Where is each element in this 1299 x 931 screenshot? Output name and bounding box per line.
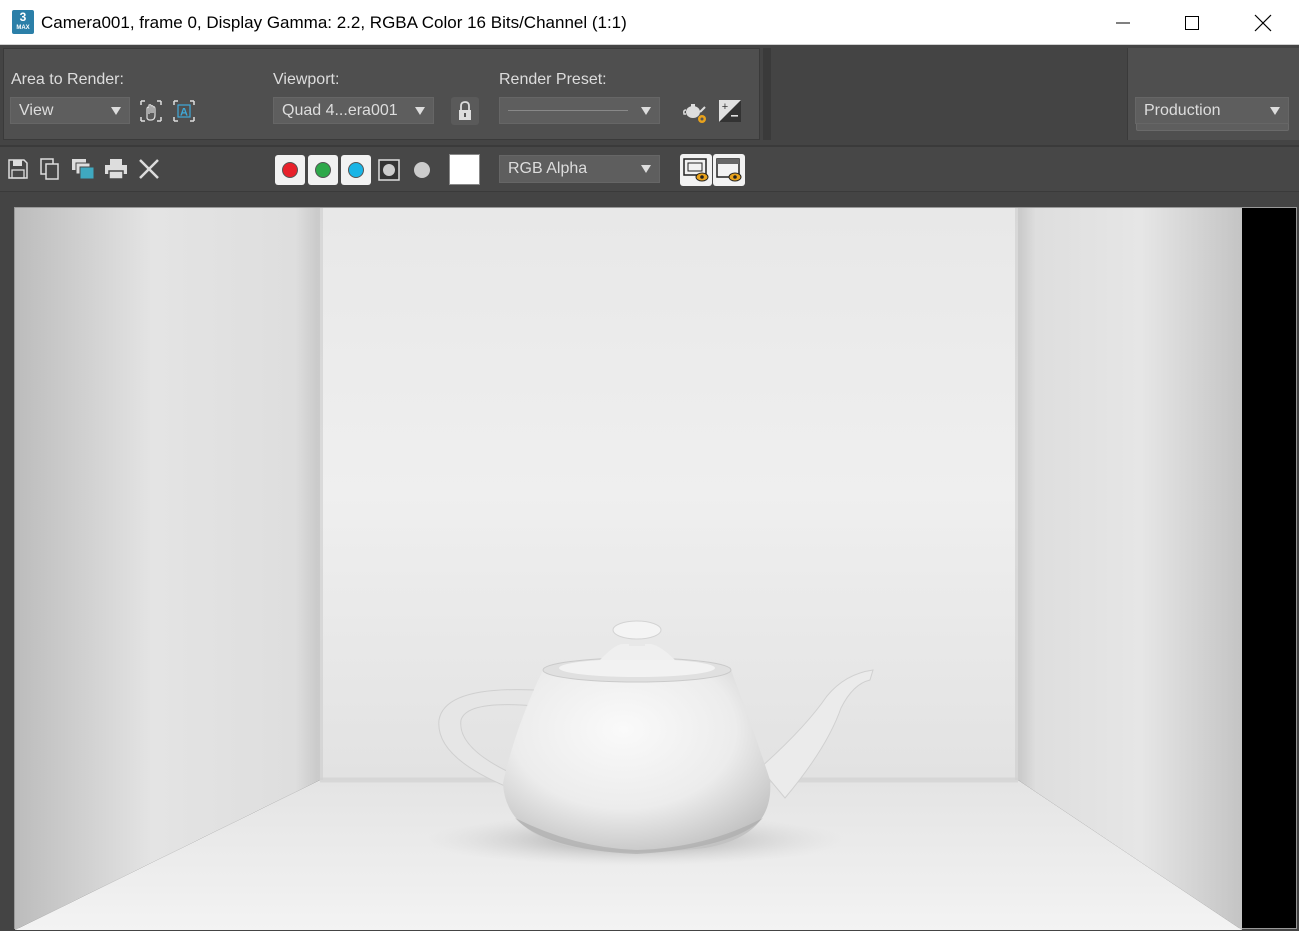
auto-region-button[interactable]: A [170, 97, 198, 125]
ui-toggle-eye-icon [716, 158, 742, 182]
copy-icon [40, 158, 59, 180]
render-settings-panel: Area to Render: View A Viewport: Quad 4.… [0, 45, 1299, 145]
area-to-render-dropdown[interactable]: View [10, 97, 130, 124]
chevron-down-icon [641, 165, 651, 173]
production-value: Production [1144, 102, 1221, 119]
auto-region-icon: A [173, 100, 195, 122]
toggle-ui-button[interactable] [713, 154, 745, 186]
green-channel-toggle[interactable] [308, 155, 338, 185]
window-title: Camera001, frame 0, Display Gamma: 2.2, … [41, 13, 627, 32]
area-to-render-value: View [19, 102, 54, 119]
chevron-down-icon [1270, 107, 1280, 115]
green-channel-icon [315, 162, 331, 178]
render-preset-label: Render Preset: [499, 71, 607, 88]
color-swatch[interactable] [449, 154, 480, 185]
3dsmax-app-icon: 3 MAX [12, 10, 34, 34]
minimize-icon [1116, 22, 1130, 23]
production-dropdown[interactable]: Production [1135, 97, 1289, 124]
red-channel-toggle[interactable] [275, 155, 305, 185]
teapot-gear-icon [683, 104, 706, 123]
minimize-button[interactable] [1100, 0, 1146, 45]
rendered-image [15, 208, 1242, 930]
maximize-icon [1185, 15, 1199, 30]
viewport-label: Viewport: [273, 71, 340, 88]
app-icon-number: 3 [19, 10, 27, 24]
clone-window-icon [72, 159, 95, 180]
channel-display-value: RGB Alpha [508, 160, 588, 177]
print-image-button[interactable] [102, 155, 130, 183]
lock-viewport-button[interactable] [451, 97, 479, 125]
title-bar: 3 MAX Camera001, frame 0, Display Gamma:… [0, 0, 1299, 45]
ui-overlay-eye-icon [683, 158, 709, 182]
chevron-down-icon [415, 107, 425, 115]
printer-icon [105, 159, 127, 180]
copy-image-button[interactable] [36, 155, 64, 183]
rendered-image-frame[interactable] [14, 207, 1297, 930]
viewport-value: Quad 4...era001 [282, 102, 398, 119]
render-options-group [3, 48, 760, 140]
red-channel-icon [282, 162, 298, 178]
clone-window-button[interactable] [69, 155, 97, 183]
alpha-channel-icon [378, 159, 400, 181]
alpha-channel-toggle[interactable] [374, 155, 404, 185]
chevron-down-icon [111, 107, 121, 115]
save-image-button[interactable] [4, 155, 32, 183]
clear-x-icon [139, 159, 159, 179]
toggle-ui-overlays-button[interactable] [680, 154, 712, 186]
hand-region-icon [140, 100, 162, 122]
svg-text:A: A [180, 107, 188, 119]
render-canvas-area [0, 191, 1299, 931]
blue-channel-icon [348, 162, 364, 178]
channel-display-dropdown[interactable]: RGB Alpha [499, 155, 660, 183]
app-icon-sub: MAX [16, 25, 30, 31]
panel-separator [763, 48, 771, 140]
render-setup-button[interactable] [681, 97, 709, 125]
render-preset-dropdown[interactable] [499, 97, 660, 124]
exposure-icon: + [719, 100, 741, 122]
viewport-dropdown[interactable]: Quad 4...era001 [273, 97, 434, 124]
close-icon [1254, 14, 1272, 31]
area-to-render-label: Area to Render: [11, 71, 124, 88]
monochrome-icon [414, 162, 430, 178]
render-preset-line [508, 110, 628, 111]
chevron-down-icon [641, 107, 651, 115]
save-icon [8, 159, 28, 179]
maximize-button[interactable] [1169, 0, 1215, 45]
frame-buffer-toolbar: RGB Alpha [0, 145, 1299, 191]
lock-icon [459, 101, 471, 120]
exposure-control-button[interactable]: + [716, 97, 744, 125]
blue-channel-toggle[interactable] [341, 155, 371, 185]
monochrome-toggle[interactable] [407, 155, 437, 185]
clear-image-button[interactable] [135, 155, 163, 183]
edit-region-button[interactable] [137, 97, 165, 125]
svg-text:+: + [722, 101, 728, 113]
close-window-button[interactable] [1240, 0, 1286, 45]
